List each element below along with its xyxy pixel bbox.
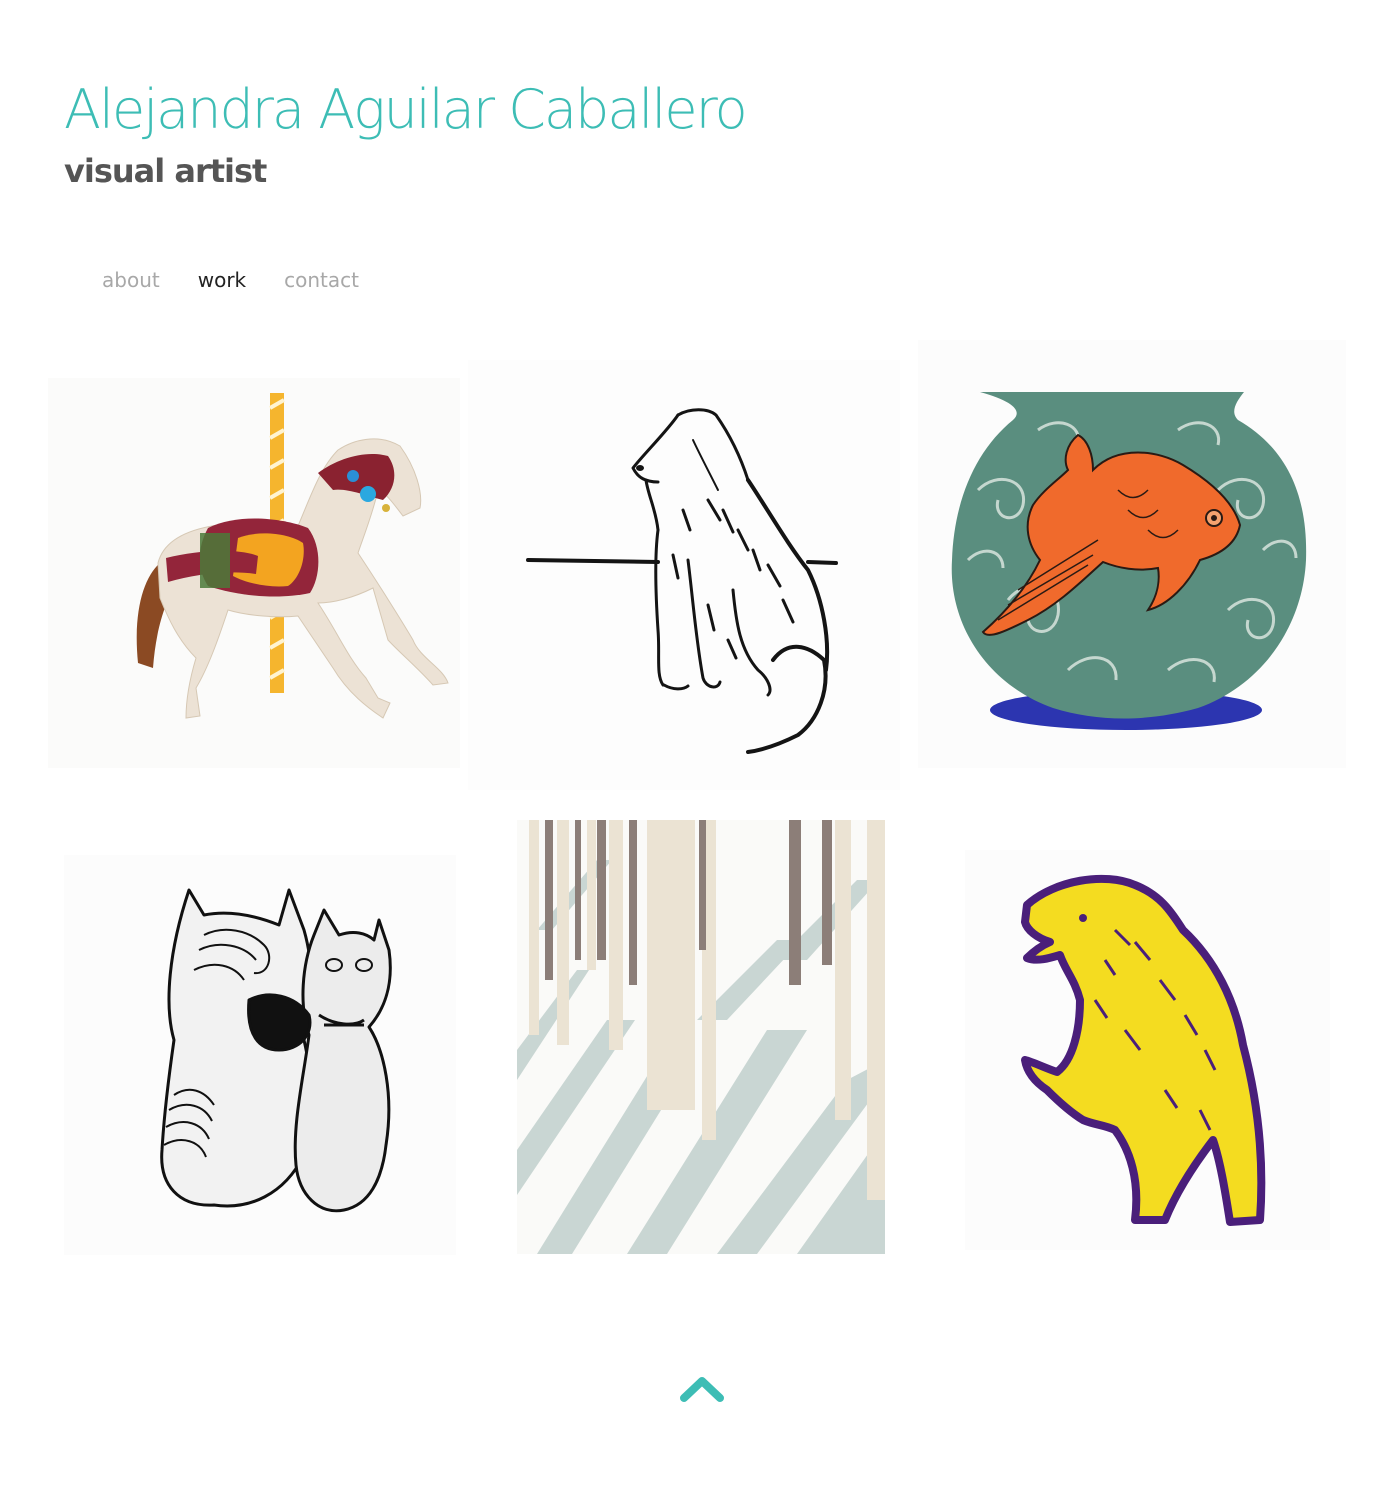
nav-item-about[interactable]: about xyxy=(102,268,160,292)
dog-ink-drawing-artwork xyxy=(526,408,838,754)
gallery-item-embracing-figures[interactable] xyxy=(64,855,456,1255)
chevron-up-icon xyxy=(680,1377,724,1402)
main-nav: about work contact xyxy=(102,268,359,292)
site-title[interactable]: Alejandra Aguilar Caballero xyxy=(64,78,748,141)
gallery-item-carousel-horse[interactable] xyxy=(48,378,460,768)
yellow-dog-artwork xyxy=(1021,874,1266,1226)
forest-shadows-artwork xyxy=(517,820,885,1254)
embracing-figures-artwork xyxy=(160,888,392,1213)
carousel-horse-artwork xyxy=(136,393,449,719)
gallery-item-goldfish[interactable] xyxy=(918,340,1346,768)
gallery-item-forest-shadows[interactable] xyxy=(517,820,885,1254)
gallery-item-dog-drawing[interactable] xyxy=(468,360,900,790)
gallery-item-yellow-dog[interactable] xyxy=(965,850,1330,1250)
nav-item-work[interactable]: work xyxy=(198,268,246,292)
site-tagline: visual artist xyxy=(64,152,267,190)
back-to-top-button[interactable] xyxy=(678,1372,726,1404)
nav-item-contact[interactable]: contact xyxy=(284,268,359,292)
goldfish-bowl-artwork xyxy=(951,392,1307,730)
